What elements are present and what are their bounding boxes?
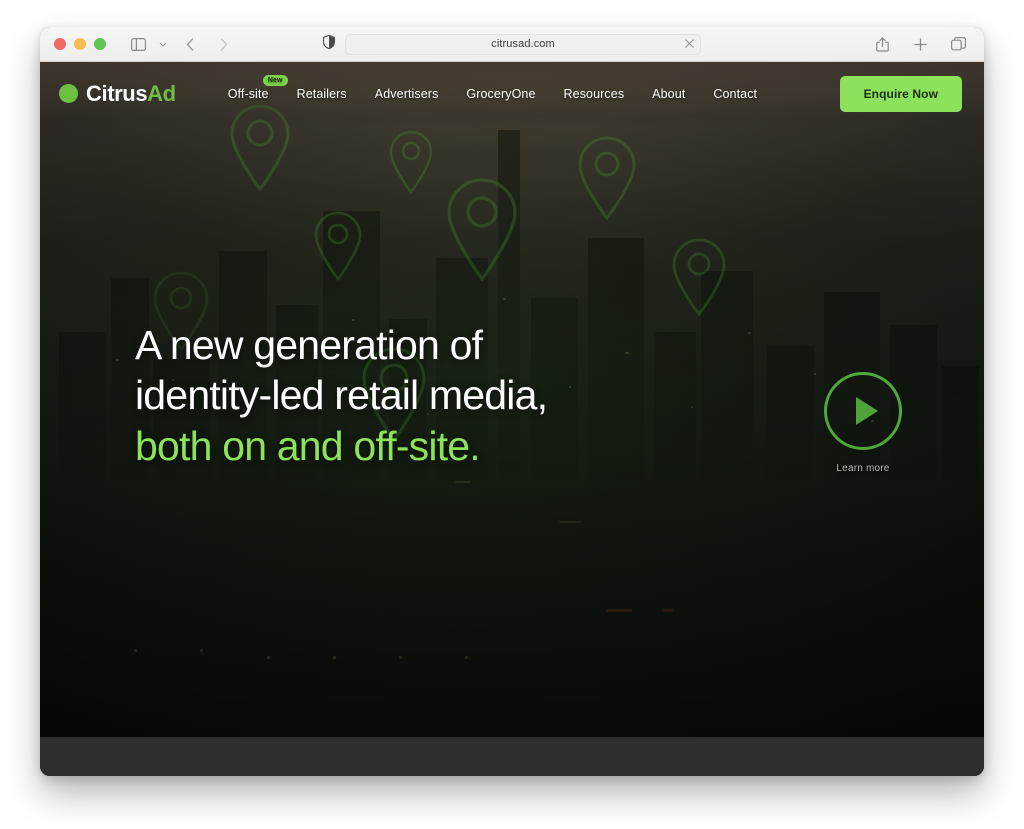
- headline-line-1: A new generation of: [135, 322, 483, 368]
- nav-item-retailers[interactable]: Retailers: [297, 87, 347, 101]
- play-triangle: [855, 397, 878, 425]
- nav-item-contact[interactable]: Contact: [713, 87, 757, 101]
- browser-window: citrusad.com CitrusAd Off-site New Retai…: [40, 27, 984, 776]
- chevron-down-icon[interactable]: [156, 42, 170, 47]
- sidebar-controls: [126, 33, 170, 55]
- browser-toolbar: citrusad.com: [40, 27, 984, 62]
- nav-item-resources[interactable]: Resources: [564, 87, 625, 101]
- main-navigation: Off-site New Retailers Advertisers Groce…: [227, 74, 757, 101]
- navigation-controls: [178, 33, 236, 55]
- hero-headline: A new generation of identity-led retail …: [135, 320, 548, 471]
- hero-content: A new generation of identity-led retail …: [135, 320, 548, 471]
- share-icon[interactable]: [870, 33, 894, 55]
- sidebar-toggle-icon[interactable]: [126, 33, 150, 55]
- address-bar-container: citrusad.com: [322, 33, 701, 55]
- window-controls: [54, 38, 106, 50]
- logo-secondary-text: Ad: [147, 80, 176, 106]
- hero-section: CitrusAd Off-site New Retailers Advertis…: [40, 62, 984, 737]
- forward-button[interactable]: [212, 33, 236, 55]
- toolbar-actions: [870, 33, 970, 55]
- nav-item-advertisers[interactable]: Advertisers: [375, 87, 439, 101]
- play-icon[interactable]: [824, 372, 902, 450]
- logo-dot-icon: [59, 84, 78, 103]
- tab-overview-icon[interactable]: [946, 33, 970, 55]
- new-tab-icon[interactable]: [908, 33, 932, 55]
- close-window-button[interactable]: [54, 38, 66, 50]
- site-header: CitrusAd Off-site New Retailers Advertis…: [40, 62, 984, 125]
- headline-line-3: both on and off-site.: [135, 422, 481, 469]
- headline-line-2: identity-led retail media,: [135, 372, 548, 419]
- below-hero-section: [40, 737, 984, 776]
- maximize-window-button[interactable]: [94, 38, 106, 50]
- privacy-shield-icon[interactable]: [322, 34, 336, 54]
- learn-more-label: Learn more: [836, 463, 890, 474]
- url-text: citrusad.com: [491, 38, 555, 50]
- page-viewport: CitrusAd Off-site New Retailers Advertis…: [40, 62, 984, 776]
- nav-label: Off-site: [227, 86, 269, 101]
- screenshot-stage: citrusad.com CitrusAd Off-site New Retai…: [0, 0, 1024, 829]
- new-badge: New: [262, 74, 288, 86]
- nav-item-groceryone[interactable]: GroceryOne: [466, 87, 535, 101]
- logo-primary-text: Citrus: [86, 80, 148, 106]
- hero-video-cta[interactable]: Learn more: [804, 372, 922, 474]
- clear-url-icon[interactable]: [685, 38, 694, 50]
- url-input[interactable]: citrusad.com: [345, 33, 701, 55]
- back-button[interactable]: [178, 33, 202, 55]
- minimize-window-button[interactable]: [74, 38, 86, 50]
- nav-item-about[interactable]: About: [652, 87, 685, 101]
- logo-wordmark: CitrusAd: [86, 80, 176, 106]
- site-logo[interactable]: CitrusAd: [59, 80, 176, 106]
- enquire-now-button[interactable]: Enquire Now: [839, 75, 962, 112]
- nav-item-off-site[interactable]: Off-site New: [227, 74, 288, 101]
